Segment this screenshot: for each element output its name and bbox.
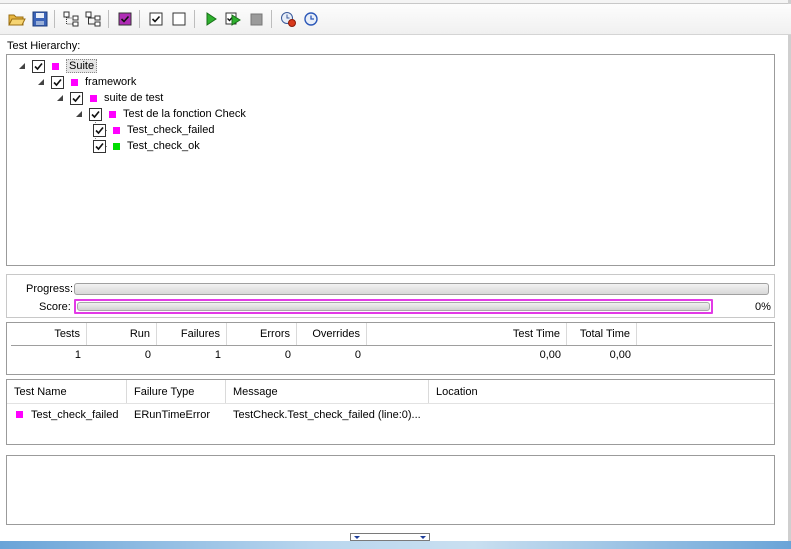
details-pane[interactable] <box>6 455 775 525</box>
toolbar <box>0 4 791 35</box>
toolbar-separator <box>271 10 272 28</box>
toolbar-separator <box>194 10 195 28</box>
node-checkbox[interactable] <box>70 91 83 105</box>
tree-node-label: Test_check_ok <box>127 140 200 152</box>
stop-icon[interactable] <box>247 10 265 28</box>
tree-node[interactable]: framework <box>36 74 136 90</box>
toolbar-separator <box>108 10 109 28</box>
col-header-test-time: Test Time <box>367 323 567 345</box>
col-header-overrides: Overrides <box>297 323 367 345</box>
tree-node[interactable]: Test_check_ok <box>93 138 200 154</box>
failure-type: ERunTimeError <box>134 409 210 421</box>
expand-arrow-icon[interactable] <box>55 93 65 103</box>
col-header-total-time: Total Time <box>567 323 637 345</box>
statistics-table: Tests Run Failures Errors Overrides Test… <box>6 322 775 375</box>
tree-node[interactable]: Test de la fonction Check <box>74 106 246 122</box>
col-header-test-name[interactable]: Test Name <box>7 380 127 404</box>
toolbar-separator <box>139 10 140 28</box>
stat-run: 0 <box>144 349 151 361</box>
window-bottom-edge <box>0 541 791 549</box>
status-square-icon <box>16 411 23 418</box>
check-all-icon[interactable] <box>147 10 165 28</box>
select-failed-icon[interactable] <box>116 10 134 28</box>
stat-tests: 1 <box>74 349 81 361</box>
score-label: Score: <box>39 301 71 313</box>
failure-location <box>429 404 436 426</box>
run-selected-icon[interactable] <box>224 10 242 28</box>
tree-node[interactable]: Suite <box>17 58 98 74</box>
expand-arrow-icon[interactable] <box>17 61 27 71</box>
test-hierarchy-tree[interactable]: Suite framework suite de test Test de la fo… <box>6 54 775 266</box>
splitter-handle[interactable] <box>350 533 430 541</box>
col-header-errors: Errors <box>227 323 297 345</box>
uncheck-all-icon[interactable] <box>170 10 188 28</box>
open-folder-icon[interactable] <box>8 10 26 28</box>
timer-icon[interactable] <box>302 10 320 28</box>
score-bar <box>74 299 713 314</box>
tree-node[interactable]: suite de test <box>55 90 163 106</box>
tree-node-label: Test de la fonction Check <box>123 108 246 120</box>
col-header-tests: Tests <box>7 323 87 345</box>
node-checkbox[interactable] <box>89 107 102 121</box>
status-square-icon <box>113 142 120 150</box>
status-square-icon <box>90 94 97 102</box>
status-square-icon <box>52 62 59 70</box>
progress-bar <box>74 283 769 295</box>
stat-failures: 1 <box>214 349 221 361</box>
tree-node-label: Test_check_failed <box>127 124 215 136</box>
status-square-icon <box>71 78 78 86</box>
failure-message: TestCheck.Test_check_failed (line:0)... <box>233 409 421 421</box>
stat-total-time: 0,00 <box>609 349 631 361</box>
stat-overrides: 0 <box>354 349 361 361</box>
stat-errors: 0 <box>284 349 291 361</box>
tree-node[interactable]: Test_check_failed <box>93 122 214 138</box>
score-bar-fill <box>77 302 710 311</box>
col-header-failure-type[interactable]: Failure Type <box>127 380 226 404</box>
status-square-icon <box>113 126 120 134</box>
node-checkbox[interactable] <box>93 139 106 153</box>
failure-test-name: Test_check_failed <box>31 409 119 421</box>
test-hierarchy-label: Test Hierarchy: <box>7 40 81 52</box>
node-checkbox[interactable] <box>93 123 106 137</box>
col-header-failures: Failures <box>157 323 227 345</box>
clear-results-icon[interactable] <box>279 10 297 28</box>
save-icon[interactable] <box>31 10 49 28</box>
col-header-location[interactable]: Location <box>429 380 775 404</box>
chevron-down-icon <box>420 535 426 539</box>
collapse-all-icon[interactable] <box>84 10 102 28</box>
progress-label: Progress: <box>26 283 74 295</box>
expand-all-icon[interactable] <box>62 10 80 28</box>
node-checkbox[interactable] <box>51 75 64 89</box>
tree-node-label: framework <box>85 76 137 88</box>
tree-node-label: suite de test <box>104 92 164 104</box>
progress-panel: Progress: Score: 0% <box>6 274 775 318</box>
expand-arrow-icon[interactable] <box>36 77 46 87</box>
stat-test-time: 0,00 <box>539 349 561 361</box>
tree-node-label: Suite <box>66 59 98 73</box>
status-square-icon <box>109 110 116 118</box>
chevron-down-icon <box>354 535 360 539</box>
failures-list[interactable]: Test Name Failure Type Message Location … <box>6 379 775 445</box>
toolbar-separator <box>54 10 55 28</box>
col-header-message[interactable]: Message <box>226 380 429 404</box>
score-percent: 0% <box>755 301 771 313</box>
expand-arrow-icon[interactable] <box>74 109 84 119</box>
node-checkbox[interactable] <box>32 59 45 73</box>
run-icon[interactable] <box>202 10 220 28</box>
col-header-run: Run <box>87 323 157 345</box>
